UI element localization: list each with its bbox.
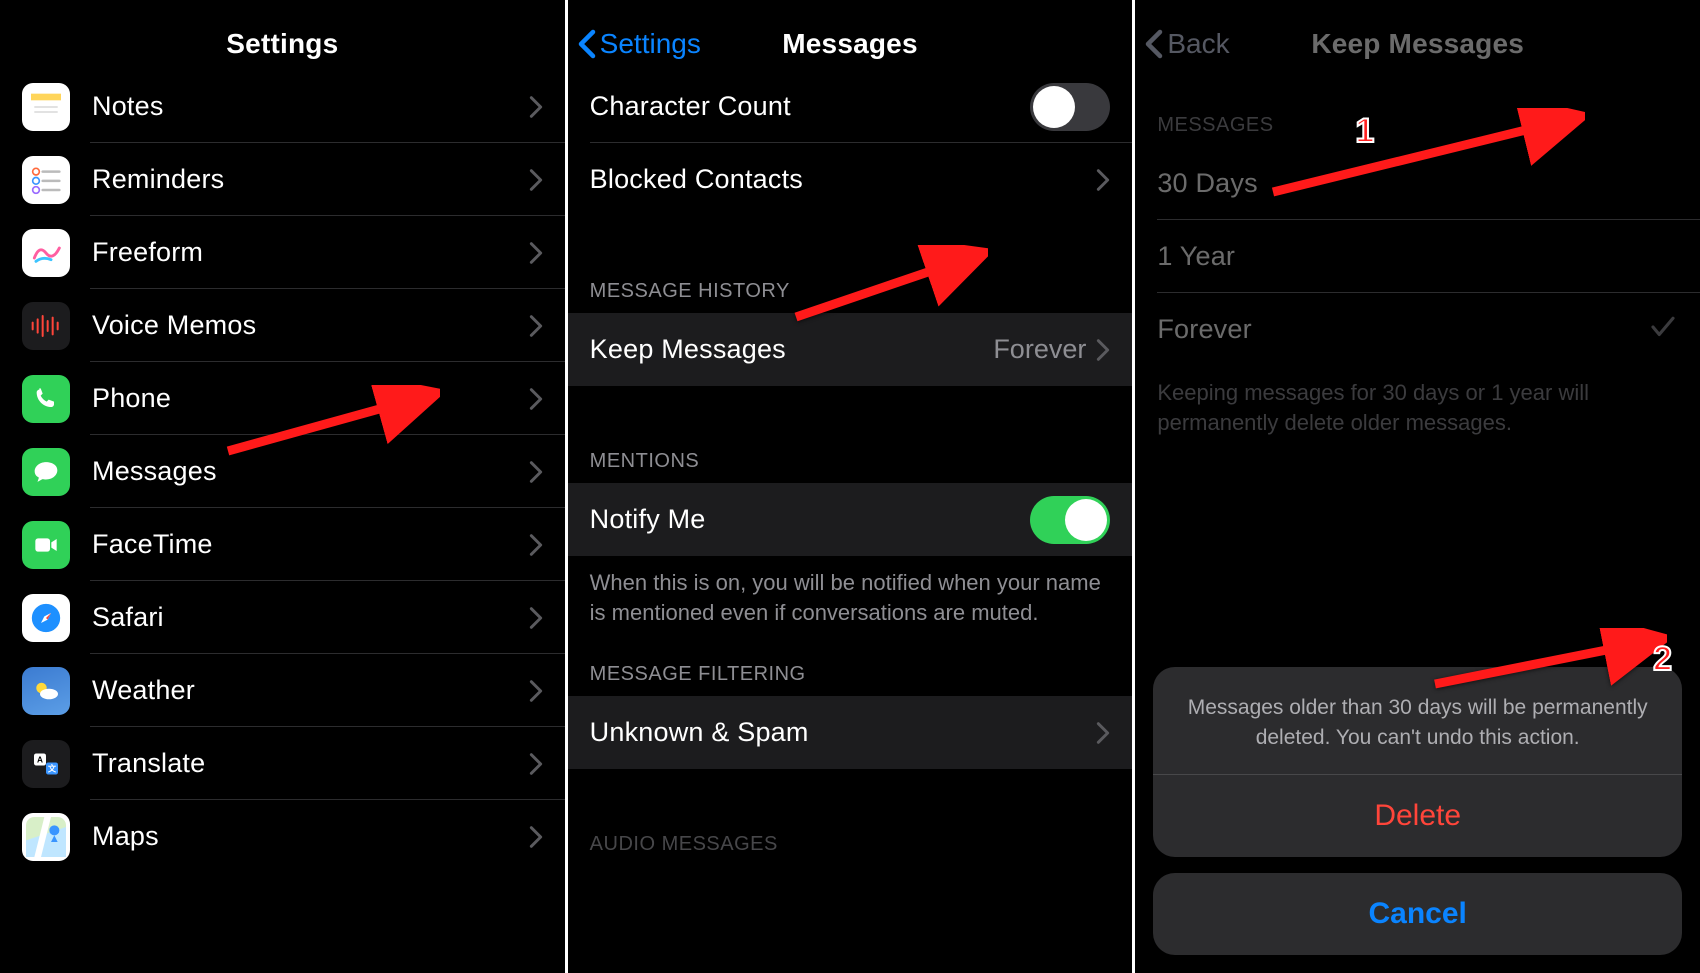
chevron-right-icon — [529, 606, 543, 630]
svg-text:A: A — [37, 755, 43, 764]
cell-value: Forever — [993, 334, 1086, 365]
cell-label: Voice Memos — [92, 310, 529, 341]
settings-item-safari[interactable]: Safari — [0, 581, 565, 654]
notes-icon — [22, 83, 70, 131]
keep-messages-screen: Back Keep Messages MESSAGES 30 Days 1 Ye… — [1135, 0, 1700, 973]
page-title: Settings — [226, 28, 338, 60]
cancel-button[interactable]: Cancel — [1153, 873, 1682, 955]
setting-unknown-spam[interactable]: Unknown & Spam — [568, 696, 1133, 769]
setting-character-count[interactable]: Character Count — [568, 70, 1133, 143]
notify-me-toggle[interactable] — [1030, 496, 1110, 544]
chevron-right-icon — [529, 679, 543, 703]
chevron-right-icon — [529, 460, 543, 484]
settings-item-phone[interactable]: Phone — [0, 362, 565, 435]
cell-label: Forever — [1157, 314, 1648, 345]
keep-options-list: MESSAGES 30 Days 1 Year Forever Keeping … — [1135, 88, 1700, 455]
settings-item-voice-memos[interactable]: Voice Memos — [0, 289, 565, 362]
annotation-number-1: 1 — [1355, 112, 1374, 151]
cell-label: Character Count — [590, 91, 1031, 122]
chevron-right-icon — [529, 314, 543, 338]
page-title: Messages — [782, 28, 917, 60]
character-count-toggle[interactable] — [1030, 83, 1110, 131]
alert-message: Messages older than 30 days will be perm… — [1153, 667, 1682, 774]
page-title: Keep Messages — [1311, 28, 1524, 60]
option-30-days[interactable]: 30 Days — [1135, 147, 1700, 220]
setting-blocked-contacts[interactable]: Blocked Contacts — [568, 143, 1133, 216]
safari-icon — [22, 594, 70, 642]
notify-footer: When this is on, you will be notified wh… — [568, 556, 1133, 645]
option-1-year[interactable]: 1 Year — [1135, 220, 1700, 293]
cell-label: Notify Me — [590, 504, 1031, 535]
cell-label: 1 Year — [1157, 241, 1678, 272]
settings-item-facetime[interactable]: FaceTime — [0, 508, 565, 581]
back-label: Back — [1167, 28, 1229, 60]
messages-settings-screen: Settings Messages Character Count Blocke… — [568, 0, 1136, 973]
cell-label: Notes — [92, 91, 529, 122]
voice-memos-icon — [22, 302, 70, 350]
option-forever[interactable]: Forever — [1135, 293, 1700, 366]
chevron-right-icon — [529, 168, 543, 192]
cell-label: Messages — [92, 456, 529, 487]
chevron-right-icon — [529, 533, 543, 557]
back-label: Settings — [600, 28, 701, 60]
chevron-right-icon — [1096, 168, 1110, 192]
back-button[interactable]: Back — [1145, 0, 1229, 88]
setting-keep-messages[interactable]: Keep Messages Forever — [568, 313, 1133, 386]
confirmation-alert: Messages older than 30 days will be perm… — [1153, 667, 1682, 955]
maps-icon — [22, 813, 70, 861]
settings-item-maps[interactable]: Maps — [0, 800, 565, 873]
facetime-icon — [22, 521, 70, 569]
keep-footer: Keeping messages for 30 days or 1 year w… — [1135, 366, 1700, 455]
chevron-right-icon — [529, 752, 543, 776]
weather-icon — [22, 667, 70, 715]
cell-label: Reminders — [92, 164, 529, 195]
cell-label: Unknown & Spam — [590, 717, 1097, 748]
phone-icon — [22, 375, 70, 423]
translate-icon: A文 — [22, 740, 70, 788]
cell-label: Freeform — [92, 237, 529, 268]
settings-list: Notes Reminders Freeform V — [0, 70, 565, 873]
settings-item-translate[interactable]: A文 Translate — [0, 727, 565, 800]
settings-screen: Settings Notes Reminders Freeform — [0, 0, 568, 973]
audio-header: AUDIO MESSAGES — [568, 807, 1133, 866]
cell-label: Translate — [92, 748, 529, 779]
cell-label: Maps — [92, 821, 529, 852]
delete-button[interactable]: Delete — [1153, 774, 1682, 857]
cell-label: Weather — [92, 675, 529, 706]
settings-item-weather[interactable]: Weather — [0, 654, 565, 727]
chevron-right-icon — [529, 95, 543, 119]
cell-label: 30 Days — [1157, 168, 1678, 199]
settings-item-freeform[interactable]: Freeform — [0, 216, 565, 289]
cell-label: FaceTime — [92, 529, 529, 560]
svg-text:文: 文 — [48, 763, 57, 773]
reminders-icon — [22, 156, 70, 204]
settings-item-reminders[interactable]: Reminders — [0, 143, 565, 216]
chevron-right-icon — [529, 241, 543, 265]
alert-card: Messages older than 30 days will be perm… — [1153, 667, 1682, 857]
annotation-number-2: 2 — [1653, 640, 1672, 679]
chevron-right-icon — [1096, 338, 1110, 362]
settings-item-notes[interactable]: Notes — [0, 70, 565, 143]
filtering-header: MESSAGE FILTERING — [568, 645, 1133, 696]
cell-label: Safari — [92, 602, 529, 633]
nav-bar: Back Keep Messages — [1135, 0, 1700, 88]
messages-icon — [22, 448, 70, 496]
message-history-header: MESSAGE HISTORY — [568, 254, 1133, 313]
settings-item-messages[interactable]: Messages — [0, 435, 565, 508]
chevron-right-icon — [529, 825, 543, 849]
messages-settings-list: Character Count Blocked Contacts MESSAGE… — [568, 70, 1133, 866]
chevron-right-icon — [529, 387, 543, 411]
cell-label: Phone — [92, 383, 529, 414]
chevron-right-icon — [1096, 721, 1110, 745]
messages-header: MESSAGES — [1135, 88, 1700, 147]
cell-label: Blocked Contacts — [590, 164, 1097, 195]
setting-notify-me[interactable]: Notify Me — [568, 483, 1133, 556]
mentions-header: MENTIONS — [568, 424, 1133, 483]
checkmark-icon — [1648, 312, 1678, 347]
freeform-icon — [22, 229, 70, 277]
cell-label: Keep Messages — [590, 334, 994, 365]
